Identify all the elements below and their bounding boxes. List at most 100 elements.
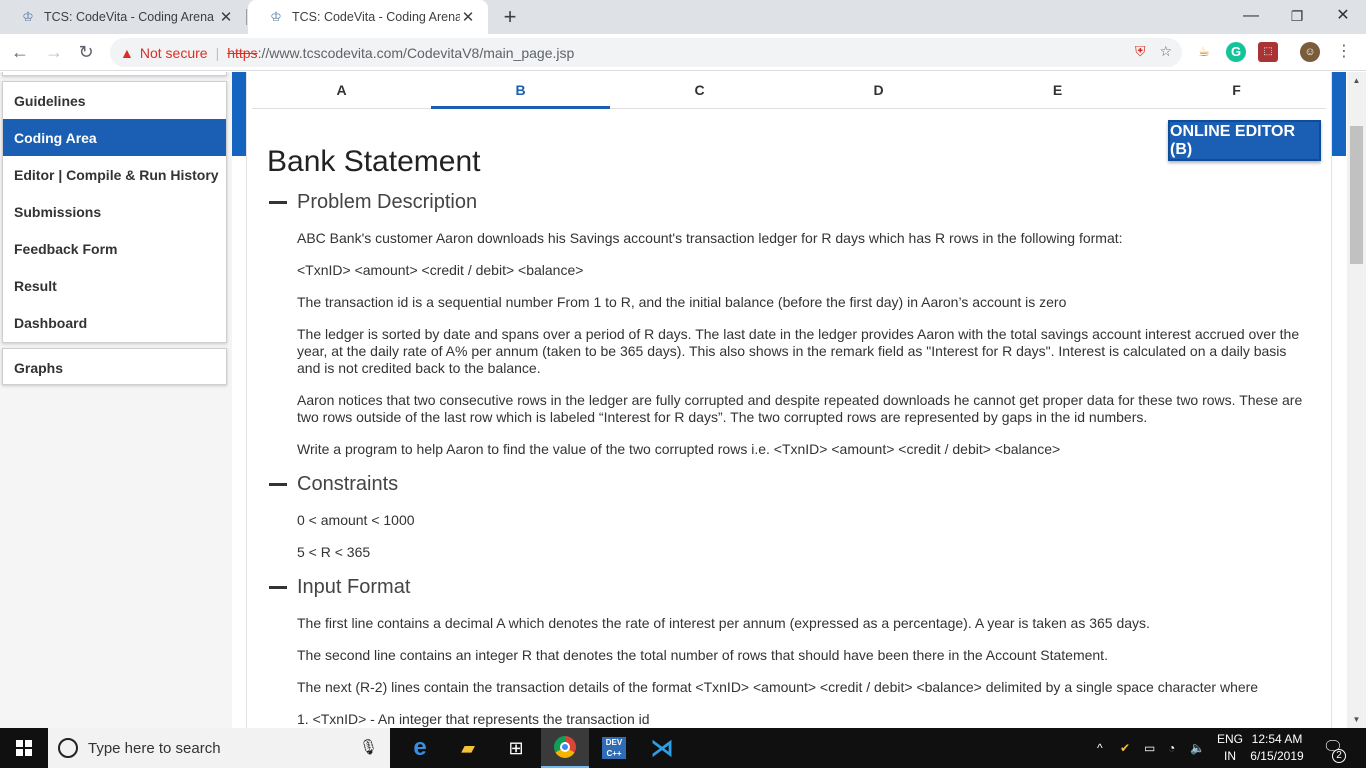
sidebar-item-coding-area[interactable]: Coding Area (3, 119, 226, 156)
scroll-up-icon[interactable]: ▲ (1347, 72, 1366, 89)
chrome-app-icon[interactable] (541, 728, 589, 768)
description-paragraph: Aaron notices that two consecutive rows … (297, 392, 1303, 425)
vscode-app-icon[interactable]: ⋊ (638, 728, 686, 768)
menu-kebab-icon[interactable]: ⋮ (1334, 42, 1354, 62)
header-band-right (1331, 72, 1346, 156)
new-tab-icon[interactable]: + (498, 4, 522, 30)
notification-count: 2 (1332, 749, 1346, 763)
tab-title: TCS: CodeVita - Coding Arena (292, 10, 460, 24)
section-heading: Constraints (297, 473, 399, 495)
clock-date: 6/15/2019 (1250, 749, 1304, 763)
sidebar-item-dashboard[interactable]: Dashboard (3, 304, 226, 341)
sidebar-item-submissions[interactable]: Submissions (3, 193, 226, 230)
description-paragraph: Write a program to help Aaron to find th… (297, 441, 1061, 457)
back-arrow-icon[interactable]: ← (8, 40, 32, 64)
system-clock[interactable]: 12:54 AM 6/15/2019 (1246, 731, 1308, 765)
section-constraints[interactable]: Constraints (269, 473, 398, 496)
battery-icon[interactable]: ▭ (1144, 728, 1155, 768)
browser-toolbar: ← → ↻ ▲ Not secure | https ://www.tcscod… (0, 34, 1366, 71)
description-paragraph: ABC Bank's customer Aaron downloads his … (297, 230, 1123, 246)
tab-problem-c[interactable]: C (610, 72, 789, 108)
reload-icon[interactable]: ↻ (74, 40, 98, 64)
taskbar-search[interactable]: Type here to search 🎙 (48, 728, 390, 768)
browser-tabstrip: ♔ TCS: CodeVita - Coding Arena ✕ ♔ TCS: … (0, 0, 1366, 34)
grammarly-extension-icon[interactable]: G (1226, 42, 1246, 62)
section-heading: Input Format (297, 576, 411, 598)
tab-problem-f[interactable]: F (1147, 72, 1326, 108)
input-paragraph: The second line contains an integer R th… (297, 647, 1108, 663)
problem-title: Bank Statement (267, 145, 481, 178)
url-text: ://www.tcscodevita.com/CodevitaV8/main_p… (257, 44, 575, 61)
search-placeholder: Type here to search (88, 739, 221, 757)
notification-center-icon[interactable]: 🗨 2 (1322, 737, 1346, 763)
security-label[interactable]: Not secure (140, 45, 208, 61)
sidebar-item-graphs[interactable]: Graphs (3, 349, 226, 386)
sidebar-graphs-card: Graphs (2, 348, 227, 385)
tab-problem-a[interactable]: A (252, 72, 431, 108)
sidebar: Guidelines Coding Area Editor | Compile … (0, 72, 232, 728)
constraint-line: 5 < R < 365 (297, 544, 371, 560)
page-scrollbar[interactable]: ▲ ▼ (1347, 72, 1366, 728)
wifi-icon[interactable]: ◔ (1168, 728, 1175, 768)
collapse-icon[interactable] (269, 483, 287, 486)
problem-panel: A B C D E F ONLINE EDITOR (B) Bank State… (247, 72, 1331, 728)
tab-problem-d[interactable]: D (789, 72, 968, 108)
section-input-format[interactable]: Input Format (269, 576, 410, 599)
language-indicator[interactable]: ENG IN (1214, 731, 1246, 765)
problem-tabs: A B C D E F (252, 72, 1326, 109)
description-paragraph: The ledger is sorted by date and spans o… (297, 326, 1300, 376)
restore-icon[interactable]: ❐ (1274, 0, 1320, 34)
sidebar-item-editor-history[interactable]: Editor | Compile & Run History (3, 156, 226, 193)
tab-problem-b[interactable]: B (431, 72, 610, 109)
close-tab-icon[interactable]: ✕ (460, 8, 476, 26)
mic-icon[interactable]: 🎙 (359, 738, 378, 756)
tray-app-icon[interactable]: ✔ (1120, 728, 1130, 768)
online-editor-button[interactable]: ONLINE EDITOR (B) (1168, 120, 1321, 161)
region-code: IN (1224, 749, 1236, 763)
browser-tab-active[interactable]: ♔ TCS: CodeVita - Coding Arena ✕ (248, 0, 488, 34)
forward-arrow-icon[interactable]: → (42, 40, 66, 64)
pdf-extension-icon[interactable]: ⬚ (1258, 42, 1278, 62)
sidebar-item-result[interactable]: Result (3, 267, 226, 304)
show-hidden-icons-icon[interactable]: ^ (1097, 728, 1103, 768)
close-window-icon[interactable]: ✕ (1320, 0, 1366, 34)
java-extension-icon[interactable]: ☕ (1194, 42, 1214, 62)
star-icon[interactable]: ☆ (1159, 43, 1172, 60)
codevita-favicon-icon: ♔ (22, 9, 34, 24)
store-app-icon[interactable]: ⊞ (492, 728, 540, 768)
scroll-down-icon[interactable]: ▼ (1347, 711, 1366, 728)
start-button[interactable] (0, 728, 48, 768)
language-code: ENG (1216, 732, 1243, 746)
header-band-left (232, 72, 247, 156)
browser-tab[interactable]: ♔ TCS: CodeVita - Coding Arena ✕ (0, 0, 246, 34)
volume-icon[interactable]: 🔈 (1190, 728, 1205, 768)
collapse-icon[interactable] (269, 201, 287, 204)
profile-avatar[interactable]: ☺ (1300, 42, 1320, 62)
collapse-icon[interactable] (269, 586, 287, 589)
sidebar-item-feedback-form[interactable]: Feedback Form (3, 230, 226, 267)
cortana-icon (58, 738, 78, 758)
codevita-favicon-icon: ♔ (270, 9, 282, 24)
sidebar-menu: Guidelines Coding Area Editor | Compile … (2, 81, 227, 343)
edge-app-icon[interactable]: e (396, 728, 444, 768)
tab-problem-e[interactable]: E (968, 72, 1147, 108)
description-paragraph: <TxnID> <amount> <credit / debit> <balan… (297, 262, 584, 278)
close-tab-icon[interactable]: ✕ (218, 8, 234, 26)
file-explorer-icon[interactable]: ▰ (444, 728, 492, 768)
devcpp-app-icon[interactable]: DEV C++ (590, 728, 638, 768)
section-problem-description[interactable]: Problem Description (269, 191, 477, 214)
minimize-icon[interactable]: — (1228, 0, 1274, 34)
taskbar: Type here to search 🎙 e ▰ ⊞ DEV C++ ⋊ ^ ✔… (0, 728, 1366, 768)
input-paragraph: The next (R-2) lines contain the transac… (297, 679, 1259, 695)
blocked-popup-icon[interactable]: ⛨ (1135, 43, 1146, 60)
clock-time: 12:54 AM (1251, 732, 1303, 746)
windows-logo-icon (16, 740, 32, 756)
warning-icon: ▲ (120, 44, 134, 61)
address-bar[interactable]: ▲ Not secure | https ://www.tcscodevita.… (110, 38, 1182, 67)
input-paragraph: 1. <TxnID> - An integer that represents … (297, 711, 650, 727)
sidebar-item-guidelines[interactable]: Guidelines (3, 82, 226, 119)
scroll-thumb[interactable] (1350, 126, 1363, 264)
page: Guidelines Coding Area Editor | Compile … (0, 72, 1366, 728)
sidebar-card-stub (2, 72, 227, 76)
input-paragraph: The first line contains a decimal A whic… (297, 615, 1150, 631)
